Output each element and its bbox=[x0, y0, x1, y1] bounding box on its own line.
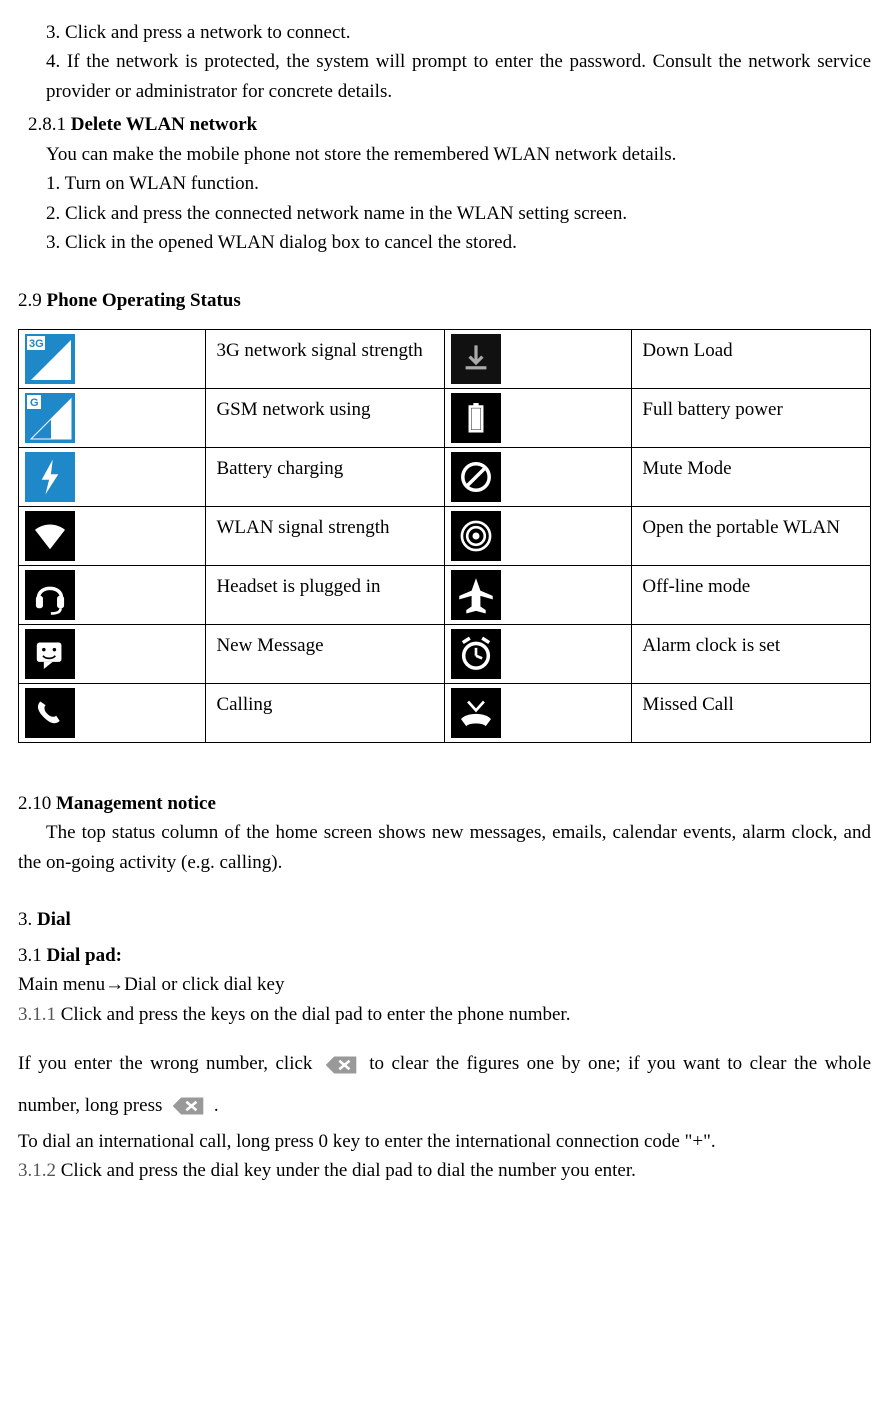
heading-210: 2.10 Management notice bbox=[18, 789, 871, 818]
heading-3-num: 3. bbox=[18, 909, 32, 930]
gsm-signal-icon: G bbox=[25, 393, 75, 443]
wrong-num-c: . bbox=[214, 1095, 219, 1116]
desc-cell: New Message bbox=[206, 624, 445, 683]
table-row: Calling Missed Call bbox=[19, 683, 871, 742]
backspace-icon bbox=[324, 1054, 358, 1076]
heading-281: 2.8.1 Delete WLAN network bbox=[18, 110, 871, 139]
wrong-number-line: If you enter the wrong number, click to … bbox=[18, 1043, 871, 1127]
icon-cell bbox=[444, 388, 631, 447]
icon-cell bbox=[19, 447, 206, 506]
icon-cell bbox=[19, 565, 206, 624]
mute-mode-icon bbox=[451, 452, 501, 502]
heading-29-title: Phone Operating Status bbox=[47, 290, 241, 311]
section-210-body: The top status column of the home screen… bbox=[18, 818, 871, 877]
step-4: 4. If the network is protected, the syst… bbox=[18, 47, 871, 106]
airplane-mode-icon bbox=[451, 570, 501, 620]
full-battery-icon bbox=[451, 393, 501, 443]
heading-31-title: Dial pad: bbox=[47, 945, 123, 966]
section-312: 3.1.2 Click and press the dial key under… bbox=[18, 1156, 871, 1185]
icon-cell bbox=[444, 624, 631, 683]
missed-call-icon bbox=[451, 688, 501, 738]
section-312-body: Click and press the dial key under the d… bbox=[61, 1160, 636, 1181]
table-row: New Message Alarm clock is set bbox=[19, 624, 871, 683]
wlan-signal-icon bbox=[25, 511, 75, 561]
section-311-body: Click and press the keys on the dial pad… bbox=[61, 1004, 571, 1025]
calling-icon bbox=[25, 688, 75, 738]
heading-210-title: Management notice bbox=[56, 793, 216, 814]
desc-cell: Off-line mode bbox=[632, 565, 871, 624]
heading-281-title: Delete WLAN network bbox=[71, 114, 257, 135]
table-row: 3G 3G network signal strength Down Load bbox=[19, 329, 871, 388]
table-row: G GSM network using Full battery power bbox=[19, 388, 871, 447]
desc-cell: Alarm clock is set bbox=[632, 624, 871, 683]
heading-31-num: 3.1 bbox=[18, 945, 42, 966]
heading-281-num: 2.8.1 bbox=[28, 114, 66, 135]
desc-cell: Battery charging bbox=[206, 447, 445, 506]
heading-3-title: Dial bbox=[37, 909, 71, 930]
portable-wlan-icon bbox=[451, 511, 501, 561]
section-281-step2: 2. Click and press the connected network… bbox=[18, 199, 871, 228]
desc-cell: Calling bbox=[206, 683, 445, 742]
heading-31: 3.1 Dial pad: bbox=[18, 941, 871, 970]
icon-cell: 3G bbox=[19, 329, 206, 388]
icon-cell: G bbox=[19, 388, 206, 447]
new-message-icon bbox=[25, 629, 75, 679]
table-row: Battery charging Mute Mode bbox=[19, 447, 871, 506]
icon-cell bbox=[19, 683, 206, 742]
desc-cell: Missed Call bbox=[632, 683, 871, 742]
table-row: WLAN signal strength Open the portable W… bbox=[19, 506, 871, 565]
table-row: Headset is plugged in Off-line mode bbox=[19, 565, 871, 624]
section-311-num: 3.1.1 bbox=[18, 1004, 56, 1025]
desc-cell: Full battery power bbox=[632, 388, 871, 447]
status-icon-table: 3G 3G network signal strength Down Load … bbox=[18, 329, 871, 743]
section-281-lead: You can make the mobile phone not store … bbox=[18, 140, 871, 169]
section-31-lead: Main menu→Dial or click dial key bbox=[18, 970, 871, 999]
section-281-step1: 1. Turn on WLAN function. bbox=[18, 169, 871, 198]
icon-cell bbox=[444, 447, 631, 506]
section-281-step3: 3. Click in the opened WLAN dialog box t… bbox=[18, 228, 871, 257]
alarm-clock-icon bbox=[451, 629, 501, 679]
desc-cell: GSM network using bbox=[206, 388, 445, 447]
desc-cell: 3G network signal strength bbox=[206, 329, 445, 388]
step-3: 3. Click and press a network to connect. bbox=[18, 18, 871, 47]
icon-cell bbox=[444, 565, 631, 624]
desc-cell: Mute Mode bbox=[632, 447, 871, 506]
section-311: 3.1.1 Click and press the keys on the di… bbox=[18, 1000, 871, 1029]
icon-cell bbox=[444, 506, 631, 565]
icon-cell bbox=[19, 624, 206, 683]
headset-icon bbox=[25, 570, 75, 620]
desc-cell: WLAN signal strength bbox=[206, 506, 445, 565]
icon-cell bbox=[444, 329, 631, 388]
wrong-num-a: If you enter the wrong number, click bbox=[18, 1053, 320, 1074]
icon-cell bbox=[444, 683, 631, 742]
icon-cell bbox=[19, 506, 206, 565]
desc-cell: Headset is plugged in bbox=[206, 565, 445, 624]
heading-3: 3. Dial bbox=[18, 905, 871, 934]
heading-210-num: 2.10 bbox=[18, 793, 51, 814]
backspace-icon bbox=[171, 1095, 205, 1117]
3g-signal-icon: 3G bbox=[25, 334, 75, 384]
download-icon bbox=[451, 334, 501, 384]
svg-text:G: G bbox=[30, 397, 39, 409]
intl-line: To dial an international call, long pres… bbox=[18, 1127, 871, 1156]
desc-cell: Down Load bbox=[632, 329, 871, 388]
svg-text:3G: 3G bbox=[29, 338, 44, 350]
battery-charging-icon bbox=[25, 452, 75, 502]
heading-29-num: 2.9 bbox=[18, 290, 42, 311]
desc-cell: Open the portable WLAN bbox=[632, 506, 871, 565]
section-312-num: 3.1.2 bbox=[18, 1160, 56, 1181]
heading-29: 2.9 Phone Operating Status bbox=[18, 286, 871, 315]
